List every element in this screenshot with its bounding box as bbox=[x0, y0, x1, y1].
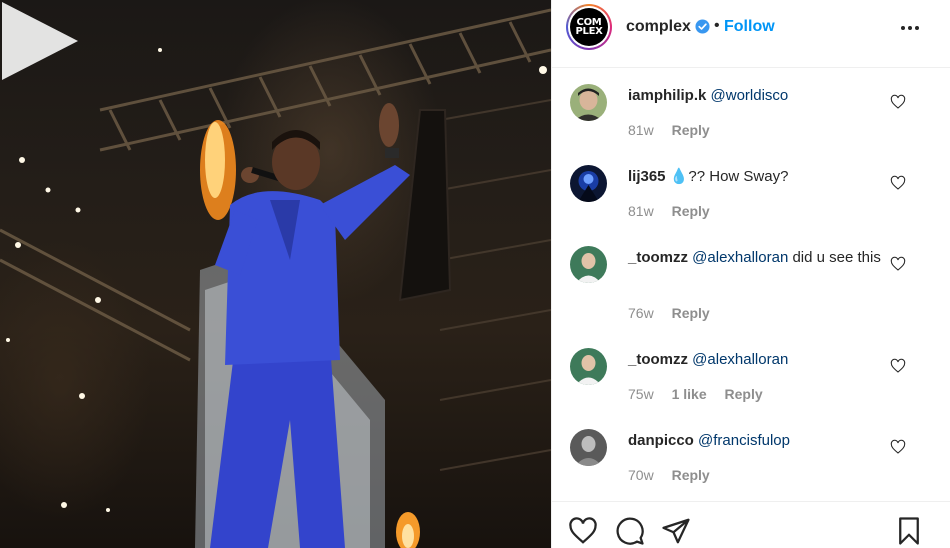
comment-bubble-icon[interactable] bbox=[615, 516, 645, 546]
post-action-bar bbox=[552, 501, 950, 548]
commenter-avatar[interactable] bbox=[570, 165, 607, 202]
paper-plane-icon[interactable] bbox=[661, 516, 691, 546]
comment-likes-count[interactable]: 1 like bbox=[672, 386, 707, 402]
heart-icon[interactable] bbox=[568, 516, 598, 546]
comment-mention[interactable]: @worldisco bbox=[711, 87, 789, 104]
comment-username[interactable]: iamphilip.k bbox=[628, 87, 706, 104]
comment-text: 💧?? How Sway? bbox=[669, 168, 789, 185]
comment-timestamp: 76w bbox=[628, 305, 654, 321]
comment-like-icon[interactable] bbox=[890, 439, 906, 455]
comment-like-icon[interactable] bbox=[890, 94, 906, 110]
play-icon[interactable] bbox=[0, 0, 80, 82]
bookmark-icon[interactable] bbox=[894, 516, 924, 546]
reply-button[interactable]: Reply bbox=[672, 467, 710, 483]
commenter-avatar[interactable] bbox=[570, 348, 607, 385]
comment-mention[interactable]: @francisfulop bbox=[698, 432, 790, 449]
post-sidebar: COM PLEX complex • Follow iamphilip.k @w… bbox=[551, 0, 950, 548]
comment-timestamp: 81w bbox=[628, 203, 654, 219]
comment-like-icon[interactable] bbox=[890, 256, 906, 272]
comment-mention[interactable]: @alexhalloran bbox=[692, 351, 788, 368]
complex-logo: COM PLEX bbox=[570, 8, 608, 46]
verified-badge-icon bbox=[695, 19, 710, 34]
more-options-icon[interactable] bbox=[898, 18, 922, 38]
comment-timestamp: 81w bbox=[628, 122, 654, 138]
post-video[interactable] bbox=[0, 0, 551, 548]
separator-dot: • bbox=[714, 17, 720, 34]
comment-timestamp: 70w bbox=[628, 467, 654, 483]
concert-scene bbox=[0, 8, 551, 548]
reply-button[interactable]: Reply bbox=[672, 122, 710, 138]
comment-list[interactable]: iamphilip.k @worldisco 81w Reply lij365 bbox=[552, 69, 950, 501]
comment-timestamp: 75w bbox=[628, 386, 654, 402]
commenter-avatar[interactable] bbox=[570, 246, 607, 283]
reply-button[interactable]: Reply bbox=[672, 203, 710, 219]
comment-username[interactable]: _toomzz bbox=[628, 351, 688, 368]
comment-username[interactable]: _toomzz bbox=[628, 249, 688, 266]
comment-mention[interactable]: @alexhalloran bbox=[692, 249, 788, 266]
follow-button[interactable]: Follow bbox=[724, 18, 775, 36]
comment-like-icon[interactable] bbox=[890, 358, 906, 374]
comment-username[interactable]: danpicco bbox=[628, 432, 694, 449]
commenter-avatar[interactable] bbox=[570, 84, 607, 121]
comment-username[interactable]: lij365 bbox=[628, 168, 666, 185]
author-username[interactable]: complex bbox=[626, 18, 691, 36]
reply-button[interactable]: Reply bbox=[725, 386, 763, 402]
author-avatar[interactable]: COM PLEX bbox=[566, 4, 612, 50]
reply-button[interactable]: Reply bbox=[672, 305, 710, 321]
post-header: COM PLEX complex • Follow bbox=[552, 0, 950, 68]
comment-like-icon[interactable] bbox=[890, 175, 906, 191]
comment-text: did u see this bbox=[788, 249, 881, 266]
commenter-avatar[interactable] bbox=[570, 429, 607, 466]
